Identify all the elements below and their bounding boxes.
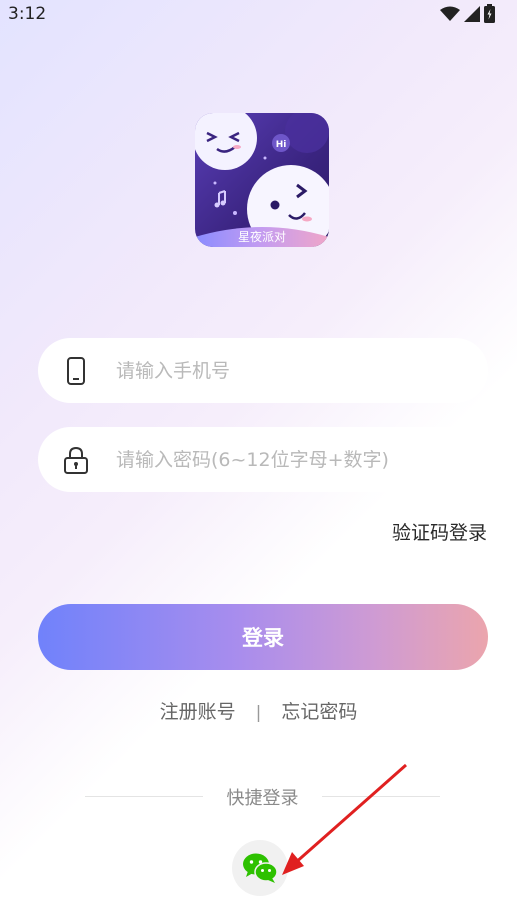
register-link[interactable]: 注册账号 (160, 697, 236, 724)
status-time: 3:12 (8, 4, 47, 24)
wechat-icon (243, 853, 278, 883)
logo-text: 星夜派对 (238, 229, 286, 244)
links-separator: | (255, 703, 262, 723)
wechat-login-button[interactable] (232, 840, 288, 896)
phone-input[interactable] (116, 338, 476, 403)
forgot-password-link[interactable]: 忘记密码 (281, 697, 357, 724)
lock-icon (64, 446, 88, 474)
logo-hi-text: Hi (276, 140, 287, 150)
password-field[interactable] (38, 427, 488, 492)
battery-icon (484, 4, 495, 23)
login-button[interactable]: 登录 (38, 604, 488, 670)
quick-login-label: 快捷登录 (226, 788, 299, 809)
signal-icon (464, 5, 480, 22)
divider-line-right (322, 796, 440, 797)
account-links: 注册账号 | 忘记密码 (0, 697, 517, 724)
password-input[interactable] (116, 427, 476, 492)
app-logo: Hi 星夜派对 (195, 113, 329, 247)
quick-login-divider: 快捷登录 (85, 784, 440, 810)
status-icons (440, 4, 495, 23)
wifi-icon (440, 6, 460, 21)
phone-field[interactable] (38, 338, 488, 403)
phone-icon (67, 357, 85, 385)
status-bar: 3:12 (0, 0, 517, 30)
code-login-link[interactable]: 验证码登录 (392, 518, 487, 545)
